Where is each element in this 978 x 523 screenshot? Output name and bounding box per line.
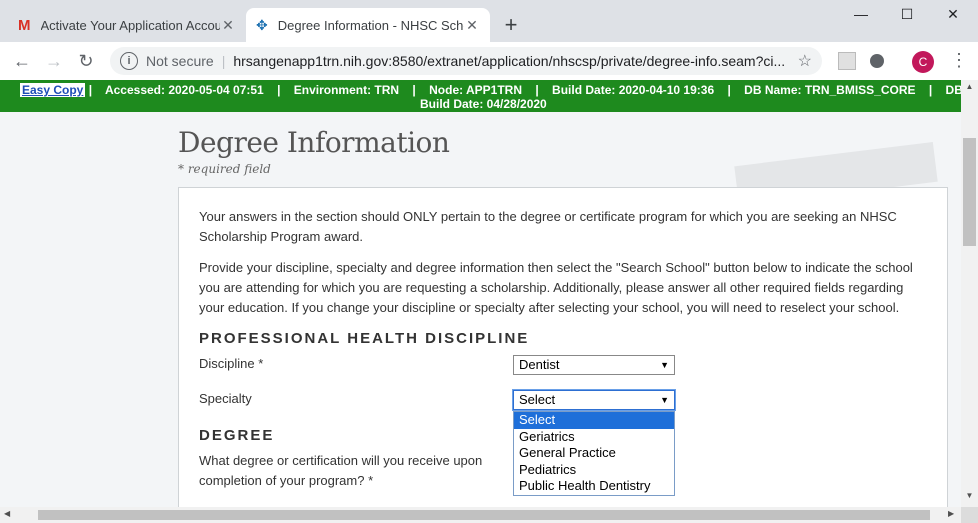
back-button[interactable]: ← [10, 50, 34, 72]
specialty-label: Specialty [199, 391, 252, 406]
minimize-button[interactable]: — [838, 6, 884, 22]
extension-icon[interactable] [838, 52, 856, 70]
close-window-button[interactable]: ✕ [930, 6, 976, 23]
tab-degree-information[interactable]: ✥ Degree Information - NHSC Scho ✕ [246, 8, 490, 42]
option-general-practice[interactable]: General Practice [514, 445, 674, 462]
vertical-scrollbar[interactable]: ▲ ▼ [961, 80, 978, 507]
page-viewport: Easy Copy | Accessed: 2020-05-04 07:51 |… [0, 80, 961, 507]
specialty-select[interactable]: Select ▼ [513, 390, 675, 410]
gmail-icon: M [18, 16, 31, 34]
horizontal-scrollbar[interactable]: ◀ ▶ [0, 507, 961, 523]
address-bar[interactable]: i Not secure | hrsangenapp1trn.nih.gov:8… [110, 47, 822, 75]
reload-button[interactable]: ↻ [74, 50, 98, 72]
easy-copy-link[interactable]: Easy Copy [20, 83, 86, 97]
avatar[interactable]: C [912, 51, 934, 73]
scroll-left-icon[interactable]: ◀ [4, 509, 10, 518]
close-icon[interactable]: ✕ [464, 17, 480, 34]
form-card: Your answers in the section should ONLY … [178, 187, 948, 507]
discipline-label: Discipline * [199, 356, 264, 371]
url-text[interactable]: hrsangenapp1trn.nih.gov:8580/extranet/ap… [233, 53, 797, 69]
extension-circle-icon[interactable] [870, 54, 884, 68]
tab-title: Activate Your Application Accou [40, 17, 221, 33]
tab-gmail[interactable]: M Activate Your Application Accou ✕ [8, 8, 246, 42]
degree-question: What degree or certification will you re… [199, 453, 483, 488]
close-icon[interactable]: ✕ [220, 17, 236, 34]
option-geriatrics[interactable]: Geriatrics [514, 429, 674, 446]
security-label: Not secure [146, 53, 214, 69]
browser-toolbar: ← → ↻ i Not secure | hrsangenapp1trn.nih… [0, 42, 978, 81]
scrollbar-corner [961, 507, 978, 523]
section-heading-degree: DEGREE [199, 427, 275, 444]
intro-paragraph-2: Provide your discipline, specialty and d… [199, 260, 913, 315]
intro-paragraph-1: Your answers in the section should ONLY … [199, 209, 897, 244]
env-info: | Accessed: 2020-05-04 07:51 | Environme… [88, 83, 961, 97]
dropdown-arrow-icon: ▼ [660, 395, 669, 405]
scroll-right-icon[interactable]: ▶ [948, 509, 954, 518]
env-line-1: Easy Copy | Accessed: 2020-05-04 07:51 |… [20, 83, 961, 97]
specialty-dropdown-list: Select Geriatrics General Practice Pedia… [513, 411, 675, 496]
option-select[interactable]: Select [514, 412, 674, 429]
discipline-select[interactable]: Dentist ▼ [513, 355, 675, 375]
scrollbar-thumb[interactable] [963, 138, 976, 246]
separator: | [221, 53, 226, 69]
environment-bar: Easy Copy | Accessed: 2020-05-04 07:51 |… [0, 80, 961, 112]
dropdown-arrow-icon: ▼ [660, 360, 669, 370]
new-tab-button[interactable]: + [498, 12, 524, 38]
bookmark-star-icon[interactable]: ☆ [798, 51, 812, 71]
menu-icon[interactable]: ⋮ [950, 50, 968, 71]
maximize-button[interactable]: ☐ [884, 6, 930, 23]
nhsc-icon: ✥ [256, 16, 268, 33]
required-field-note: * required field [178, 162, 271, 176]
tab-title: Degree Information - NHSC Scho [277, 17, 464, 33]
page-title: Degree Information [178, 126, 450, 159]
scroll-down-icon[interactable]: ▼ [961, 491, 978, 505]
info-icon[interactable]: i [120, 52, 138, 70]
section-heading-discipline: PROFESSIONAL HEALTH DISCIPLINE [199, 330, 530, 347]
option-public-health-dentistry[interactable]: Public Health Dentistry [514, 478, 674, 495]
env-line-2: Build Date: 04/28/2020 [420, 97, 547, 111]
scrollbar-thumb[interactable] [38, 510, 930, 520]
scroll-up-icon[interactable]: ▲ [961, 82, 978, 96]
tab-strip: M Activate Your Application Accou ✕ ✥ De… [0, 0, 978, 42]
option-pediatrics[interactable]: Pediatrics [514, 462, 674, 479]
specialty-value: Select [519, 392, 556, 407]
forward-button[interactable]: → [42, 50, 66, 72]
discipline-value: Dentist [519, 357, 560, 372]
